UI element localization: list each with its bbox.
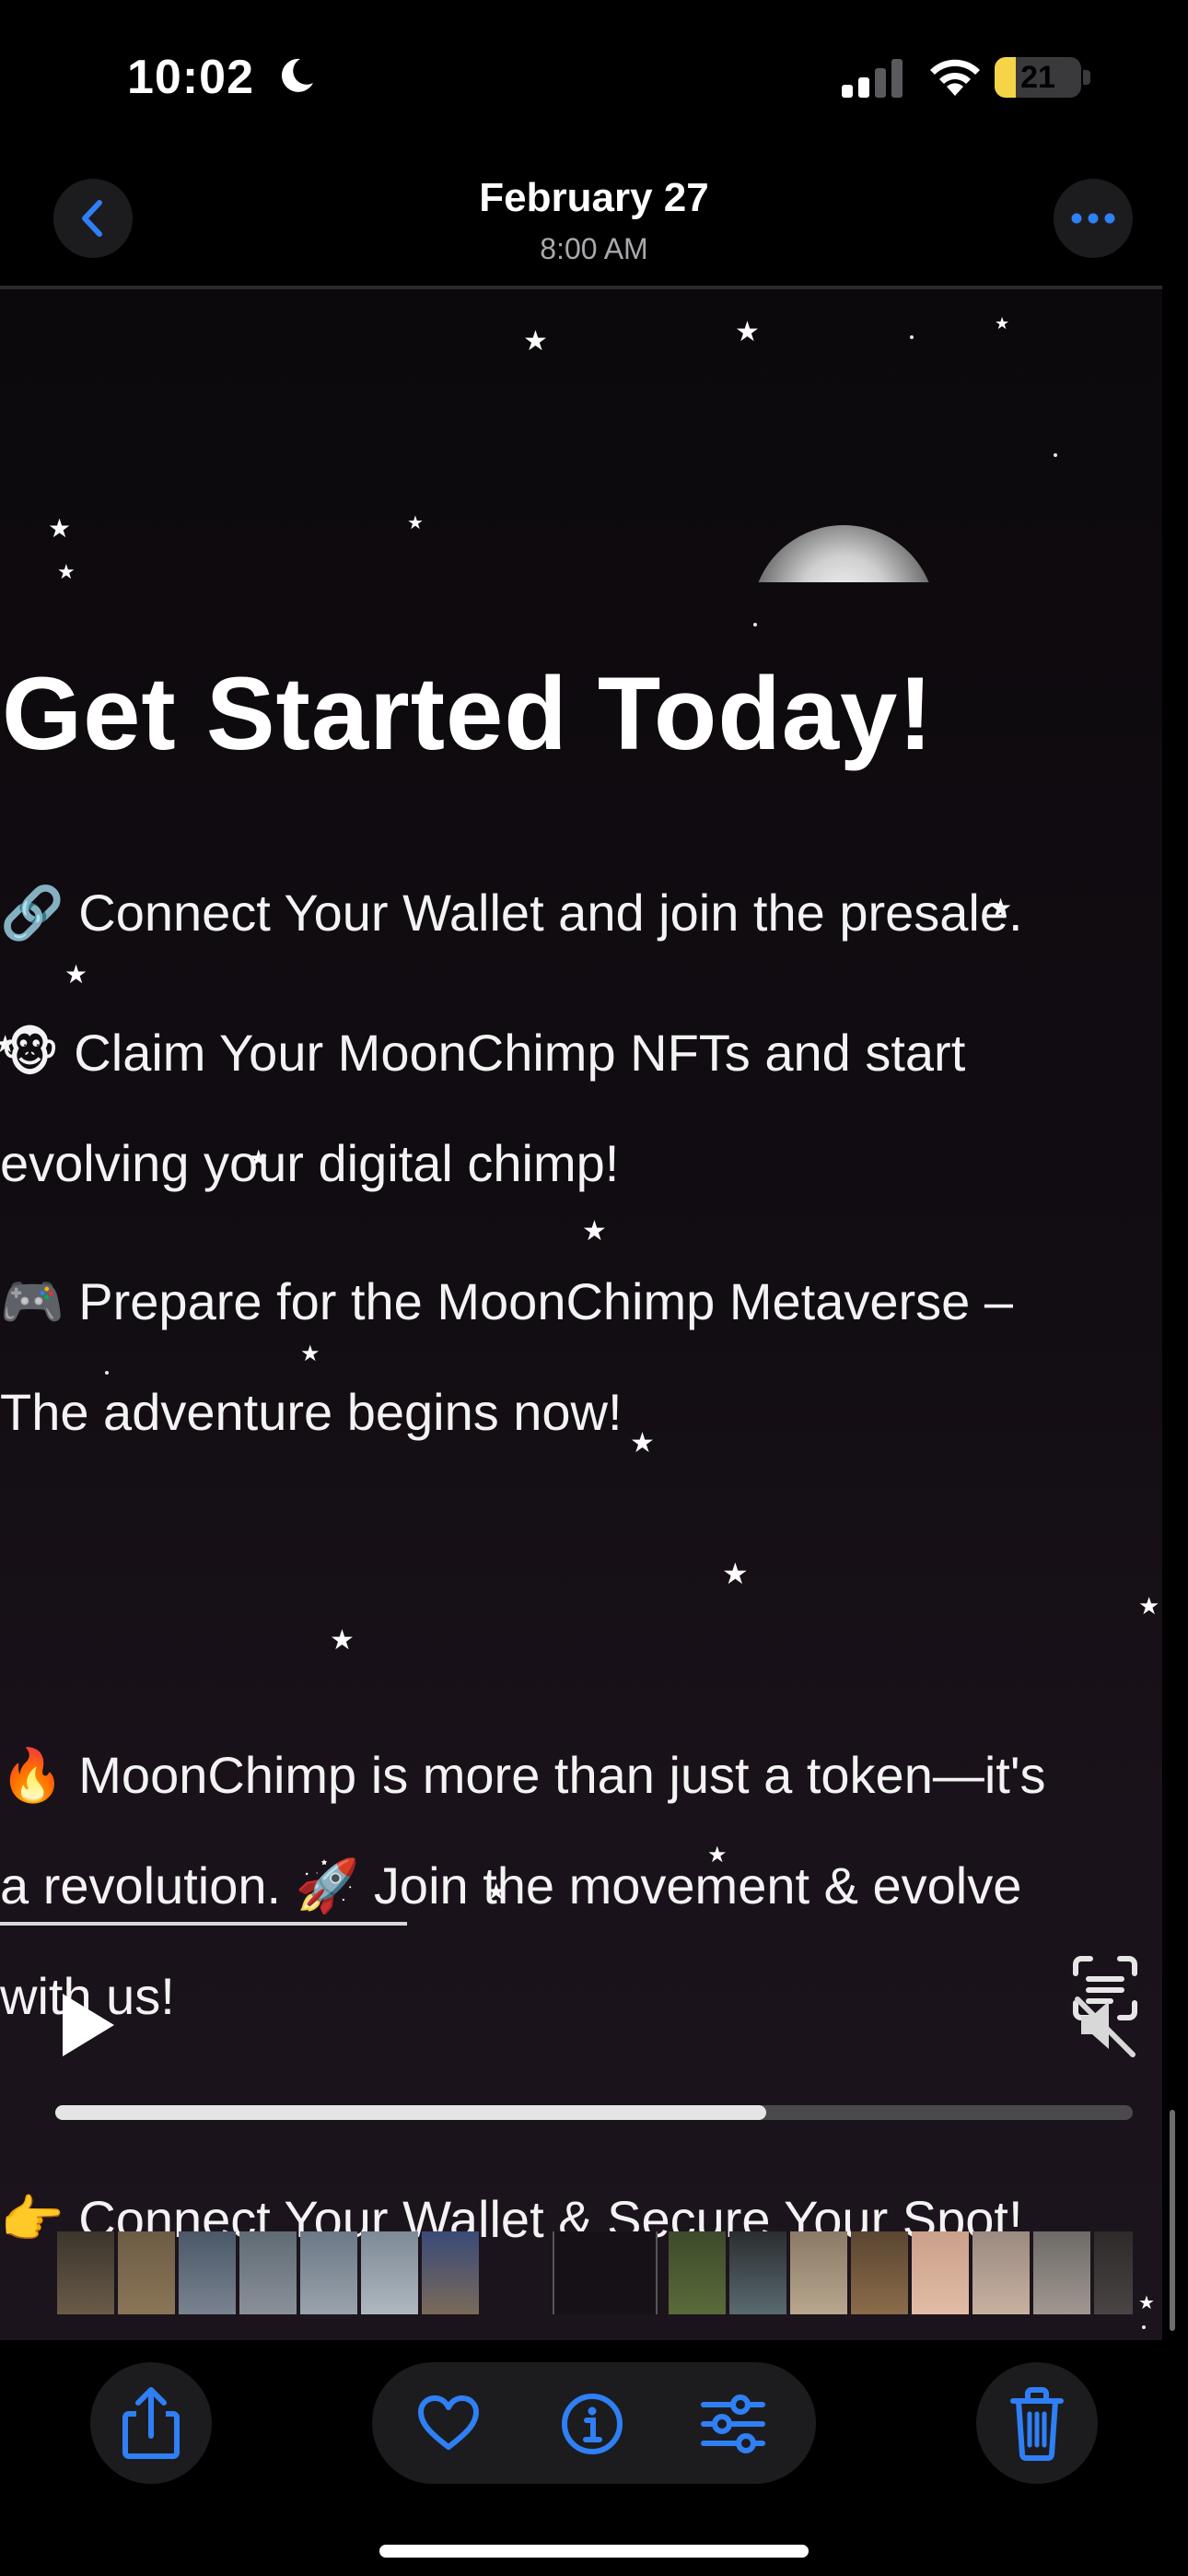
playback-progress-fill bbox=[55, 2105, 767, 2120]
thumbnail[interactable] bbox=[300, 2231, 357, 2314]
star: ★ bbox=[48, 514, 72, 543]
battery-tip bbox=[1083, 70, 1090, 85]
thumbnail[interactable] bbox=[790, 2231, 847, 2314]
thumbnail[interactable] bbox=[1033, 2231, 1090, 2314]
play-icon[interactable] bbox=[55, 1988, 120, 2062]
star: ★ bbox=[722, 1557, 749, 1590]
share-button[interactable] bbox=[90, 2362, 212, 2484]
more-button[interactable] bbox=[1054, 179, 1133, 258]
thumbnail[interactable] bbox=[422, 2231, 479, 2314]
mute-icon[interactable] bbox=[1068, 1988, 1142, 2062]
star-dot bbox=[1054, 453, 1057, 457]
thumbnail-strip[interactable] bbox=[57, 2231, 1133, 2314]
thumbnail[interactable] bbox=[118, 2231, 175, 2314]
info-icon[interactable] bbox=[560, 2392, 624, 2456]
text-line-metaverse: 🎮 Prepare for the MoonChimp Metaverse – bbox=[0, 1272, 1013, 1330]
adjust-icon[interactable] bbox=[698, 2392, 768, 2456]
star-dot bbox=[753, 623, 757, 626]
thumbnail[interactable] bbox=[179, 2231, 236, 2314]
heart-icon[interactable] bbox=[416, 2394, 481, 2453]
star: ★ bbox=[1138, 2293, 1155, 2313]
star-dot bbox=[105, 1371, 109, 1375]
trash-icon bbox=[1010, 2387, 1064, 2461]
signal-icon bbox=[842, 59, 903, 98]
star: ★ bbox=[582, 1216, 607, 1247]
thumbnail[interactable] bbox=[669, 2231, 726, 2314]
star: ★ bbox=[1138, 1592, 1160, 1620]
status-bar: 10:02 21 bbox=[0, 0, 1188, 157]
thumbnail[interactable] bbox=[973, 2231, 1030, 2314]
thumbnail[interactable] bbox=[239, 2231, 297, 2314]
thumbnail-selected[interactable] bbox=[553, 2231, 658, 2314]
battery-level: 21 bbox=[1020, 60, 1055, 95]
wifi-icon bbox=[930, 59, 980, 96]
home-indicator bbox=[379, 2545, 809, 2558]
thumbnail[interactable] bbox=[1094, 2231, 1133, 2314]
delete-button[interactable] bbox=[976, 2362, 1098, 2484]
star: ★ bbox=[630, 1428, 655, 1458]
thumbnail[interactable] bbox=[361, 2231, 418, 2314]
moon-icon bbox=[281, 58, 313, 92]
thumbnail[interactable] bbox=[851, 2231, 908, 2314]
star: ★ bbox=[57, 560, 76, 583]
playback-progress-bar[interactable] bbox=[55, 2105, 1133, 2120]
star: ★ bbox=[300, 1341, 320, 1366]
video-player[interactable]: ★ ★ ★ ★ ★ ★ ★ ★ ★ ★ ★ ★ ★ ★ ★ ★ ★ ★ ★ Ge… bbox=[0, 286, 1162, 2340]
star: ★ bbox=[995, 314, 1010, 333]
star: ★ bbox=[407, 513, 424, 533]
text-line-revolution: 🔥 MoonChimp is more than just a token—it… bbox=[0, 1746, 1046, 1804]
share-icon bbox=[122, 2387, 180, 2459]
text-line-connect-wallet: 🔗 Connect Your Wallet and join the presa… bbox=[0, 884, 1023, 942]
text-line-evolving: evolving your digital chimp! bbox=[0, 1134, 620, 1192]
video-edge bbox=[0, 286, 1162, 289]
moon-image bbox=[751, 525, 936, 582]
battery-icon: 21 bbox=[995, 57, 1081, 98]
text-line-adventure: The adventure begins now! bbox=[0, 1383, 623, 1441]
star-dot bbox=[1142, 2325, 1146, 2329]
photo-date: February 27 bbox=[479, 175, 709, 220]
star-dot bbox=[910, 335, 914, 339]
status-time: 10:02 bbox=[127, 51, 254, 104]
video-headline: Get Started Today! bbox=[2, 656, 934, 771]
star: ★ bbox=[735, 317, 760, 347]
text-line-claim-nfts: 🐵 Claim Your MoonChimp NFTs and start bbox=[0, 1024, 966, 1082]
star: ★ bbox=[330, 1625, 355, 1656]
thumbnail[interactable] bbox=[729, 2231, 786, 2314]
photo-time: 8:00 AM bbox=[540, 232, 648, 265]
photo-header: February 27 8:00 AM bbox=[0, 157, 1188, 286]
bottom-toolbar bbox=[0, 2340, 1188, 2576]
ellipsis-icon bbox=[1071, 213, 1115, 224]
scroll-indicator bbox=[1170, 2110, 1175, 2331]
divider-line bbox=[0, 1922, 407, 1926]
text-line-join-movement: a revolution. 🚀 Join the movement & evol… bbox=[0, 1856, 1022, 1914]
star: ★ bbox=[64, 960, 88, 989]
action-pill bbox=[372, 2362, 816, 2484]
star: ★ bbox=[523, 326, 548, 357]
thumbnail[interactable] bbox=[57, 2231, 114, 2314]
thumbnail[interactable] bbox=[912, 2231, 969, 2314]
